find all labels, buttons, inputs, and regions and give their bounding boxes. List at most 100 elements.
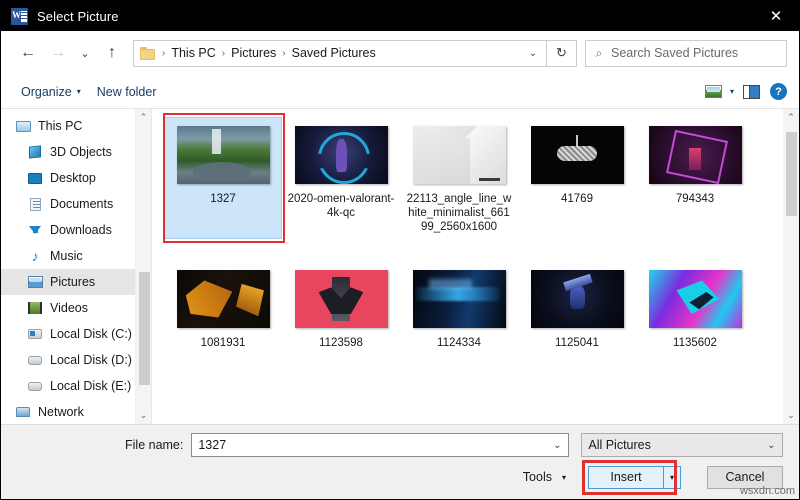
disk-icon: [27, 378, 43, 394]
thumbnail-image: [176, 126, 270, 184]
sidebar-item-music[interactable]: ♪ Music: [1, 243, 151, 269]
insert-chevron-down-icon[interactable]: ▾: [664, 465, 681, 489]
file-thumbnail: [647, 124, 743, 186]
sidebar-item-label: Music: [50, 249, 83, 263]
pc-icon: [15, 118, 31, 134]
file-thumbnail: [293, 268, 389, 330]
desktop-icon: [27, 170, 43, 186]
organize-button[interactable]: Organize ▾: [13, 81, 89, 103]
dialog-body: This PC 3D Objects Desktop Documents Downloa…: [1, 109, 799, 424]
breadcrumb-item-1[interactable]: Pictures: [228, 44, 279, 62]
insert-button[interactable]: Insert: [588, 465, 664, 489]
navigation-pane: This PC 3D Objects Desktop Documents Downloa…: [1, 109, 151, 424]
music-icon: ♪: [31, 248, 39, 264]
forward-button[interactable]: →: [43, 38, 73, 68]
file-name-label: 794343: [675, 193, 715, 205]
sidebar-item-label: 3D Objects: [50, 145, 112, 159]
filetype-select[interactable]: All Pictures ⌄: [581, 433, 784, 457]
scroll-up-icon[interactable]: ⌃: [136, 109, 152, 126]
new-folder-button[interactable]: New folder: [89, 81, 165, 103]
sidebar-scrollbar[interactable]: ⌃ ⌄: [135, 109, 151, 424]
thumbnail-image: [530, 126, 624, 184]
sidebar-item-documents[interactable]: Documents: [1, 191, 151, 217]
search-icon: ⌕: [595, 45, 603, 60]
file-item[interactable]: 22113_angle_line_white_minimalist_66199_…: [400, 117, 518, 239]
content-scroll-thumb[interactable]: [786, 131, 797, 216]
disk-c-icon: [27, 326, 43, 342]
sidebar-item-label: Local Disk (D:): [50, 353, 132, 367]
preview-pane-button[interactable]: [740, 83, 762, 101]
sidebar-item-local-disk-d[interactable]: Local Disk (D:): [1, 347, 151, 373]
file-name-label: 1327: [210, 193, 236, 205]
sidebar-item-label: This PC: [38, 119, 83, 133]
row-spacer: [164, 239, 795, 261]
sidebar-item-local-disk-e[interactable]: Local Disk (E:): [1, 373, 151, 399]
file-name-label: 1081931: [200, 337, 246, 349]
help-icon[interactable]: ?: [770, 83, 787, 100]
downloads-icon: [27, 222, 43, 238]
recent-locations-button[interactable]: ⌄: [73, 38, 97, 68]
sidebar-item-label: Videos: [50, 301, 88, 315]
thumbnail-image: [530, 270, 624, 328]
content-scrollbar[interactable]: ⌃ ⌄: [783, 109, 799, 424]
dialog-footer: File name: 1327 ⌄ All Pictures ⌄ Tools ▾…: [1, 424, 799, 499]
picture-view-icon: [704, 85, 722, 98]
view-mode-chevron-down-icon[interactable]: ▾: [724, 87, 740, 96]
tools-label: Tools: [522, 470, 552, 484]
file-item[interactable]: 2020-omen-valorant-4k-qc: [282, 117, 400, 239]
refresh-icon[interactable]: ↻: [547, 39, 577, 67]
filename-row: File name: 1327 ⌄ All Pictures ⌄: [1, 425, 799, 459]
filename-chevron-down-icon[interactable]: ⌄: [548, 434, 566, 456]
select-picture-dialog: W Select Picture ✕ ← → ⌄ ↑ › This PC › P…: [0, 0, 800, 500]
file-item[interactable]: 1327: [164, 117, 282, 239]
filetype-chevron-down-icon: ⌄: [767, 439, 776, 451]
tools-button[interactable]: Tools ▾: [515, 465, 574, 489]
sidebar-item-pictures[interactable]: Pictures: [1, 269, 151, 295]
sidebar-item-label: Network: [38, 405, 84, 419]
scroll-down-icon[interactable]: ⌄: [783, 407, 799, 424]
insert-button-group: Insert ▾: [582, 459, 681, 495]
sidebar-item-local-disk-c[interactable]: Local Disk (C:): [1, 321, 151, 347]
sidebar-item-desktop[interactable]: Desktop: [1, 165, 151, 191]
view-mode-button[interactable]: [702, 83, 724, 101]
file-name-label: 1125041: [555, 337, 599, 349]
scroll-down-icon[interactable]: ⌄: [136, 407, 152, 424]
file-item[interactable]: 794343: [636, 117, 754, 239]
sidebar-item-downloads[interactable]: Downloads: [1, 217, 151, 243]
file-item[interactable]: 1135602: [636, 261, 754, 355]
file-list-pane: 1327 2020-omen-valorant-4k-qc 22113_angle_…: [151, 109, 799, 424]
breadcrumb-item-2[interactable]: Saved Pictures: [289, 44, 379, 62]
sidebar-item-network[interactable]: Network: [1, 399, 151, 424]
thumbnail-image: [648, 270, 742, 328]
watermark: wsxdn.com: [739, 485, 795, 497]
breadcrumb-item-0[interactable]: This PC: [168, 44, 218, 62]
back-button[interactable]: ←: [13, 38, 43, 68]
thumbnail-image: [176, 270, 270, 328]
file-name-label: 41769: [561, 193, 593, 205]
file-item[interactable]: 1123598: [282, 261, 400, 355]
sidebar-scroll-thumb[interactable]: [138, 272, 150, 385]
close-icon[interactable]: ✕: [753, 1, 799, 31]
scroll-up-icon[interactable]: ⌃: [783, 109, 799, 126]
chevron-down-icon[interactable]: ⌄: [522, 41, 544, 66]
file-name-label: 1123598: [319, 337, 363, 349]
sidebar-item-3d-objects[interactable]: 3D Objects: [1, 139, 151, 165]
file-thumbnail: [647, 268, 743, 330]
address-bar[interactable]: › This PC › Pictures › Saved Pictures ⌄: [133, 39, 547, 67]
sidebar-scroll-track[interactable]: [136, 126, 152, 407]
filename-input[interactable]: 1327 ⌄: [191, 433, 570, 457]
new-folder-label: New folder: [96, 84, 157, 99]
file-item[interactable]: 1125041: [518, 261, 636, 355]
file-item[interactable]: 1124334: [400, 261, 518, 355]
navigation-bar: ← → ⌄ ↑ › This PC › Pictures › Saved Pic…: [1, 31, 799, 75]
search-input[interactable]: ⌕ Search Saved Pictures: [585, 39, 787, 67]
up-button[interactable]: ↑: [97, 38, 127, 68]
sidebar-item-videos[interactable]: Videos: [1, 295, 151, 321]
organize-label: Organize: [21, 84, 72, 99]
chevron-down-icon: ▾: [561, 472, 566, 482]
sidebar-item-this-pc[interactable]: This PC: [1, 113, 151, 139]
content-scroll-track[interactable]: [783, 126, 799, 407]
file-item[interactable]: 41769: [518, 117, 636, 239]
file-thumbnail: [529, 124, 625, 186]
file-item[interactable]: 1081931: [164, 261, 282, 355]
